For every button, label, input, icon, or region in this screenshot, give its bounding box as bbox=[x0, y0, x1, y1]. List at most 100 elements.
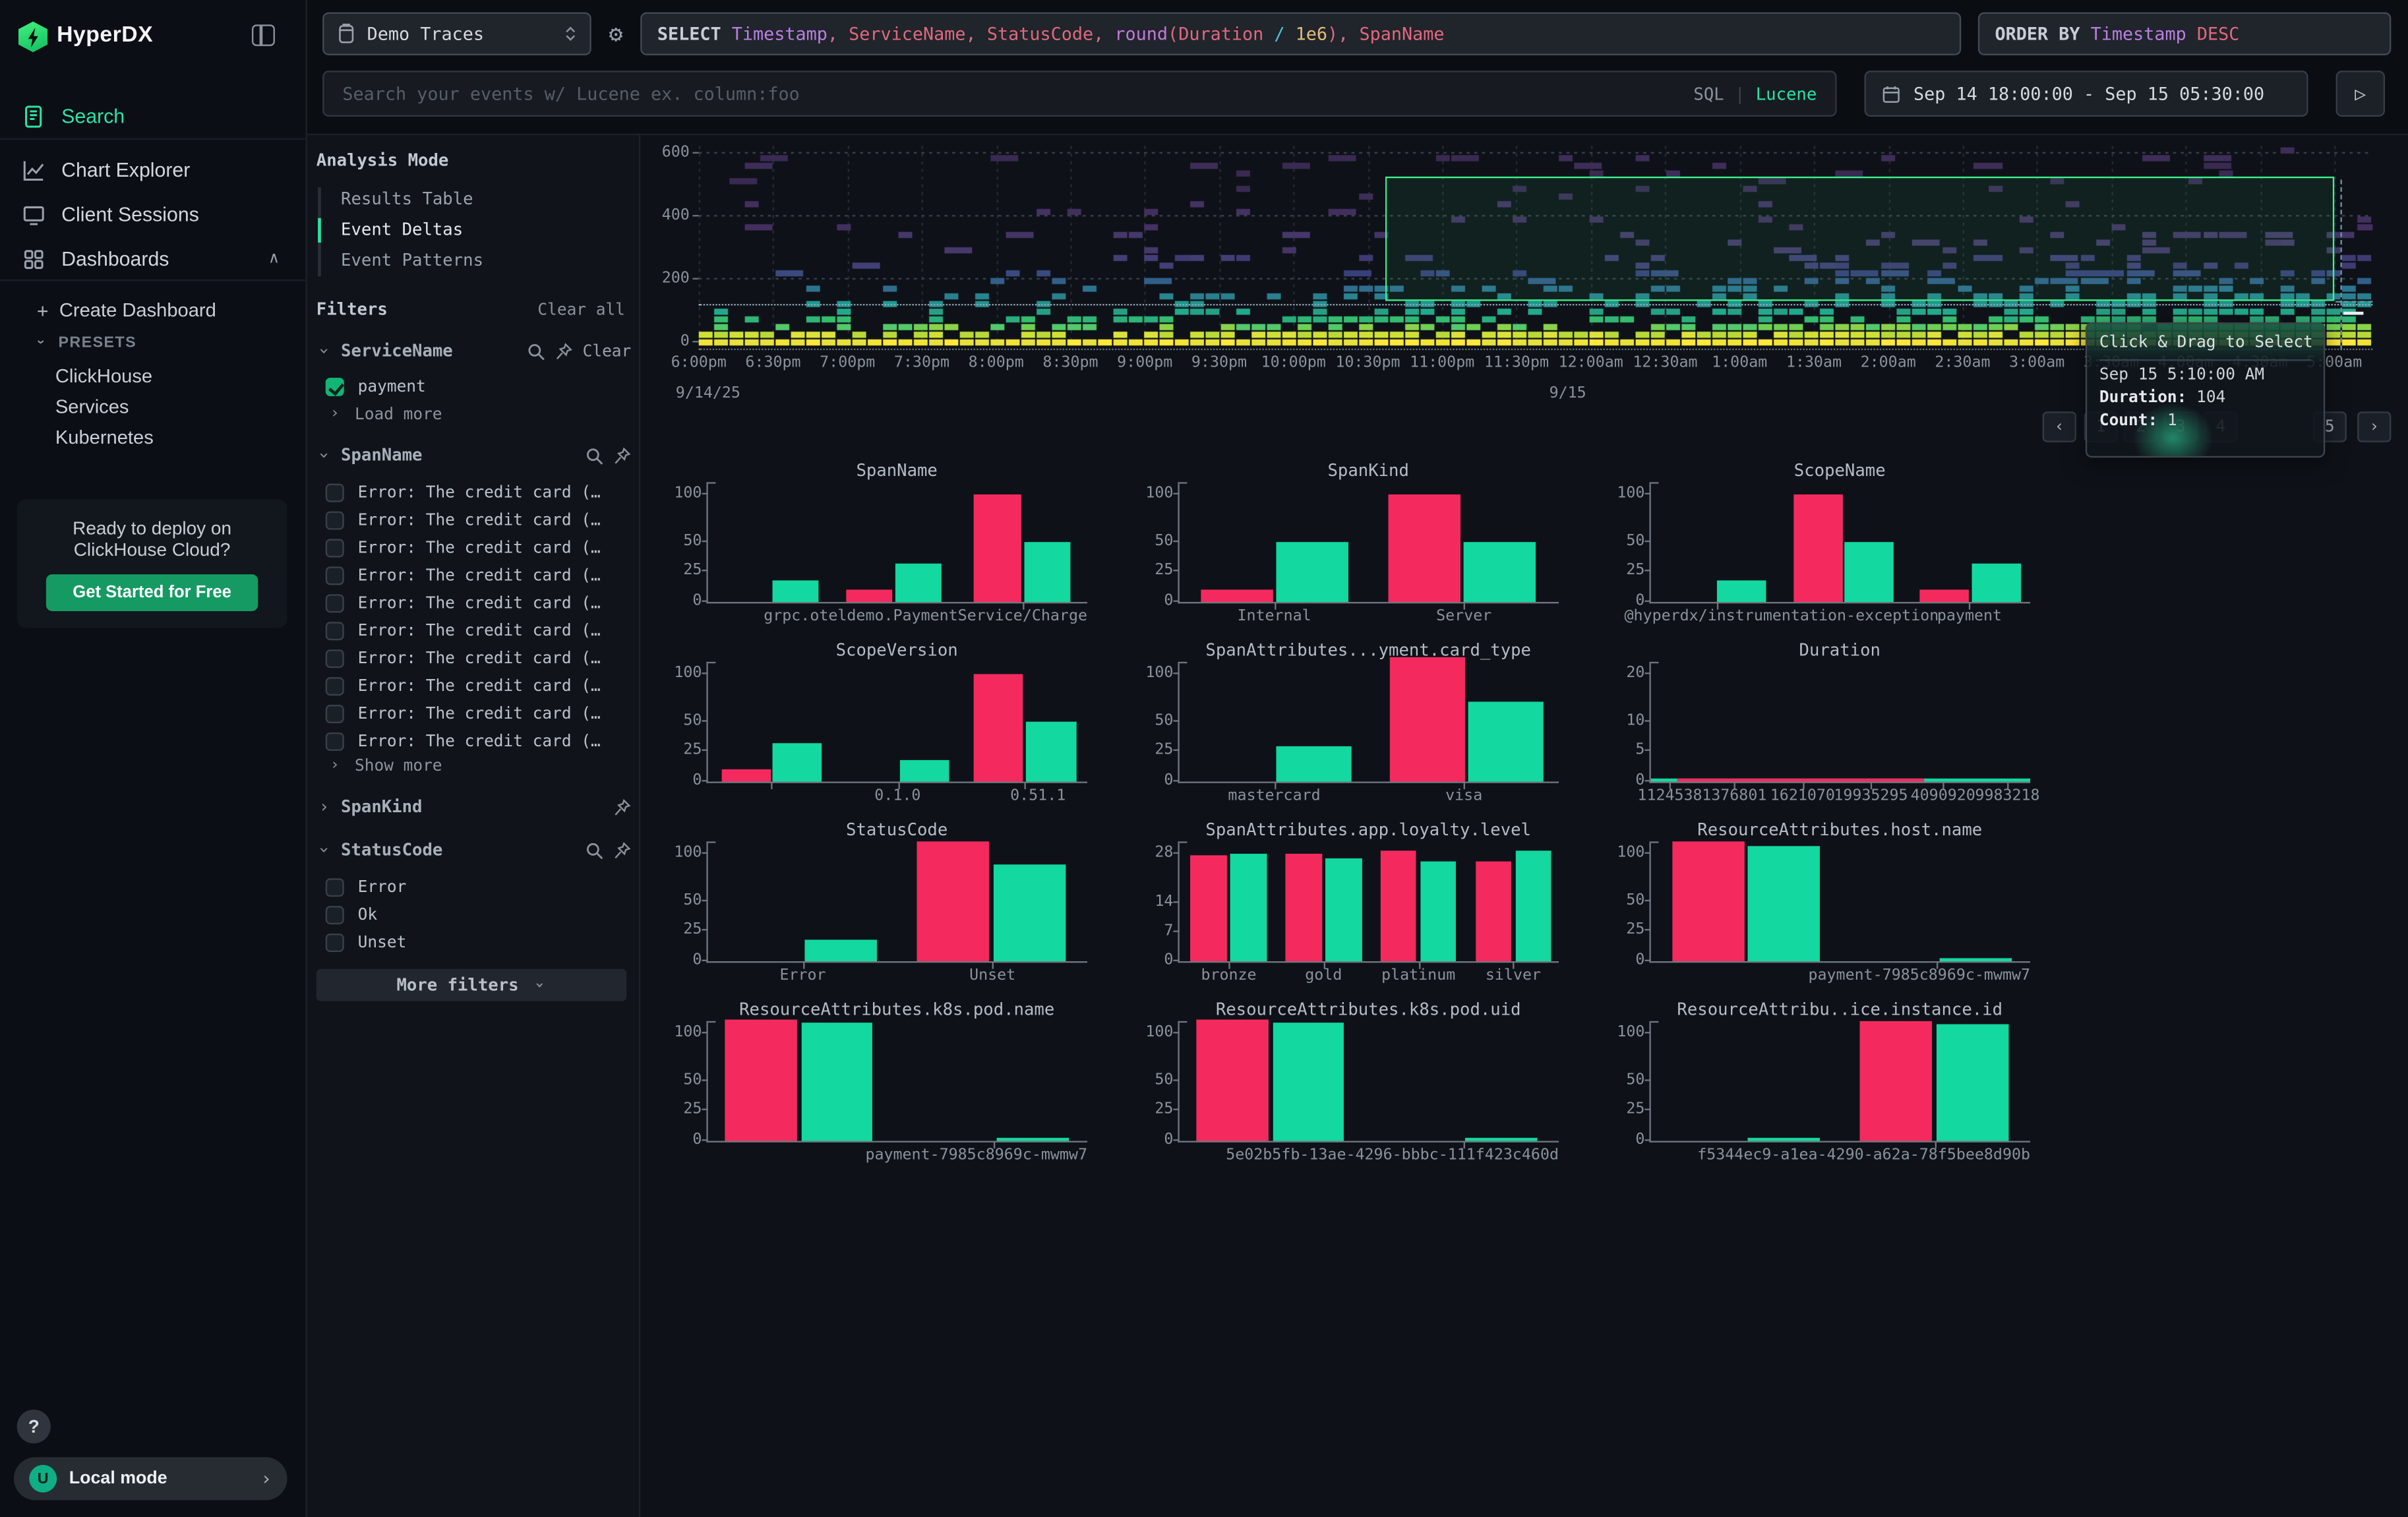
clear-all-filters[interactable]: Clear all bbox=[537, 301, 625, 319]
get-started-button[interactable]: Get Started for Free bbox=[46, 574, 258, 611]
pin-icon[interactable] bbox=[555, 342, 574, 360]
help-button[interactable]: ? bbox=[17, 1410, 51, 1443]
checkbox[interactable] bbox=[326, 539, 344, 558]
outlier-bar[interactable] bbox=[1677, 779, 1924, 781]
inlier-bar[interactable] bbox=[1420, 862, 1457, 961]
chevron-up-icon[interactable]: ∧ bbox=[268, 251, 280, 268]
filter-group-servicename[interactable]: › ServiceName Clear bbox=[316, 340, 631, 363]
inlier-bar[interactable] bbox=[772, 744, 822, 781]
spanname-row[interactable]: Error: The credit card (… bbox=[326, 645, 633, 672]
checkbox[interactable] bbox=[326, 677, 344, 696]
outlier-bar[interactable] bbox=[1286, 854, 1322, 961]
pin-icon[interactable] bbox=[613, 841, 631, 859]
inlier-bar[interactable] bbox=[1844, 542, 1894, 602]
outlier-bar[interactable] bbox=[847, 590, 892, 602]
inlier-bar[interactable] bbox=[1325, 858, 1362, 961]
outlier-bar[interactable] bbox=[1381, 851, 1417, 961]
load-more-button[interactable]: › Load more bbox=[327, 402, 619, 425]
search-input[interactable]: Search your events w/ Lucene ex. column:… bbox=[322, 71, 1836, 117]
sidebar-item-client-sessions[interactable]: Client Sessions bbox=[0, 192, 307, 237]
inlier-bar[interactable] bbox=[1276, 746, 1352, 782]
sidebar-item-kubernetes[interactable]: Kubernetes bbox=[0, 422, 307, 453]
filter-group-spankind[interactable]: › SpanKind bbox=[316, 795, 631, 818]
outlier-bar[interactable] bbox=[917, 842, 988, 961]
outlier-bar[interactable] bbox=[1390, 657, 1466, 781]
sidebar-item-clickhouse[interactable]: ClickHouse bbox=[0, 361, 307, 392]
checkbox[interactable] bbox=[326, 878, 344, 897]
page-prev-button[interactable]: ‹ bbox=[2043, 411, 2076, 442]
clear-group-button[interactable]: Clear bbox=[583, 342, 632, 360]
outlier-bar[interactable] bbox=[1920, 590, 1970, 602]
inlier-bar[interactable] bbox=[1230, 854, 1267, 961]
outlier-bar[interactable] bbox=[1859, 1021, 1931, 1141]
filter-group-statuscode[interactable]: › StatusCode bbox=[316, 839, 631, 862]
inlier-bar[interactable] bbox=[1937, 1024, 2009, 1141]
inlier-bar[interactable] bbox=[895, 564, 941, 602]
inlier-bar[interactable] bbox=[1273, 1023, 1344, 1141]
order-by-input[interactable]: ORDER BY Timestamp DESC bbox=[1978, 13, 2392, 55]
outlier-bar[interactable] bbox=[1475, 862, 1511, 961]
checkbox[interactable] bbox=[326, 934, 344, 952]
checkbox[interactable] bbox=[326, 906, 344, 924]
spanname-row[interactable]: Error: The credit card (… bbox=[326, 535, 633, 562]
date-range-picker[interactable]: Sep 14 18:00:00 - Sep 15 05:30:00 bbox=[1865, 71, 2308, 117]
lucene-toggle[interactable]: Lucene bbox=[1756, 84, 1817, 104]
checkbox[interactable] bbox=[326, 566, 344, 585]
sidebar-item-dashboards[interactable]: Dashboards ∧ bbox=[0, 237, 307, 282]
outlier-bar[interactable] bbox=[1671, 842, 1743, 961]
source-select[interactable]: Demo Traces bbox=[322, 13, 591, 55]
mode-event-patterns[interactable]: Event Patterns bbox=[318, 246, 483, 277]
local-mode-pill[interactable]: U Local mode › bbox=[14, 1457, 287, 1500]
inlier-bar[interactable] bbox=[1025, 542, 1070, 602]
spanname-row[interactable]: Error: The credit card (… bbox=[326, 728, 633, 756]
heatmap-selection-box[interactable] bbox=[1385, 177, 2334, 301]
spanname-row[interactable]: Error: The credit card (… bbox=[326, 672, 633, 700]
inlier-bar[interactable] bbox=[804, 940, 876, 961]
statuscode-row[interactable]: Ok bbox=[326, 901, 633, 929]
inlier-bar[interactable] bbox=[1515, 851, 1551, 961]
outlier-bar[interactable] bbox=[1191, 856, 1227, 961]
outlier-bar[interactable] bbox=[725, 1019, 797, 1141]
inlier-bar[interactable] bbox=[899, 760, 949, 781]
search-icon[interactable] bbox=[527, 342, 546, 360]
statuscode-row[interactable]: Unset bbox=[326, 929, 633, 957]
inlier-bar[interactable] bbox=[801, 1023, 873, 1141]
checkbox[interactable] bbox=[326, 484, 344, 502]
inlier-bar[interactable] bbox=[1027, 721, 1076, 781]
inlier-bar[interactable] bbox=[1468, 702, 1544, 781]
outlier-bar[interactable] bbox=[1197, 1019, 1269, 1141]
search-icon[interactable] bbox=[585, 446, 603, 465]
outlier-bar[interactable] bbox=[721, 770, 771, 782]
inlier-bar[interactable] bbox=[994, 864, 1066, 961]
mode-event-deltas[interactable]: Event Deltas bbox=[318, 215, 483, 246]
checkbox[interactable] bbox=[326, 705, 344, 723]
presets-toggle[interactable]: › PRESETS bbox=[0, 330, 307, 355]
sql-select-input[interactable]: SELECT Timestamp, ServiceName, StatusCod… bbox=[640, 13, 1961, 55]
checkbox[interactable] bbox=[326, 622, 344, 640]
inlier-bar[interactable] bbox=[1939, 958, 2011, 961]
filter-group-spanname[interactable]: › SpanName bbox=[316, 444, 631, 467]
statuscode-row[interactable]: Error bbox=[326, 874, 633, 901]
checkbox[interactable] bbox=[326, 649, 344, 668]
pin-icon[interactable] bbox=[613, 446, 631, 465]
inlier-bar[interactable] bbox=[1747, 1137, 1819, 1141]
checkbox[interactable] bbox=[326, 732, 344, 751]
sidebar-item-services[interactable]: Services bbox=[0, 392, 307, 423]
more-filters-button[interactable]: More filters› bbox=[316, 969, 626, 1001]
spanname-row[interactable]: Error: The credit card (… bbox=[326, 562, 633, 589]
sql-toggle[interactable]: SQL bbox=[1693, 84, 1724, 104]
checkbox[interactable] bbox=[326, 512, 344, 530]
sidebar-item-chart-explorer[interactable]: Chart Explorer bbox=[0, 148, 307, 193]
outlier-bar[interactable] bbox=[1388, 494, 1460, 602]
outlier-bar[interactable] bbox=[1200, 590, 1272, 602]
gear-icon[interactable]: ⚙ bbox=[602, 20, 630, 47]
pin-icon[interactable] bbox=[613, 798, 631, 816]
inlier-bar[interactable] bbox=[1717, 581, 1766, 602]
sidebar-item-search[interactable]: Search bbox=[0, 94, 307, 138]
servicename-row[interactable]: payment bbox=[326, 373, 633, 401]
inlier-bar[interactable] bbox=[1276, 542, 1348, 602]
mode-results-table[interactable]: Results Table bbox=[318, 184, 483, 215]
spanname-row[interactable]: Error: The credit card (… bbox=[326, 507, 633, 535]
checkbox[interactable] bbox=[326, 378, 344, 396]
page-next-button[interactable]: › bbox=[2357, 411, 2391, 442]
